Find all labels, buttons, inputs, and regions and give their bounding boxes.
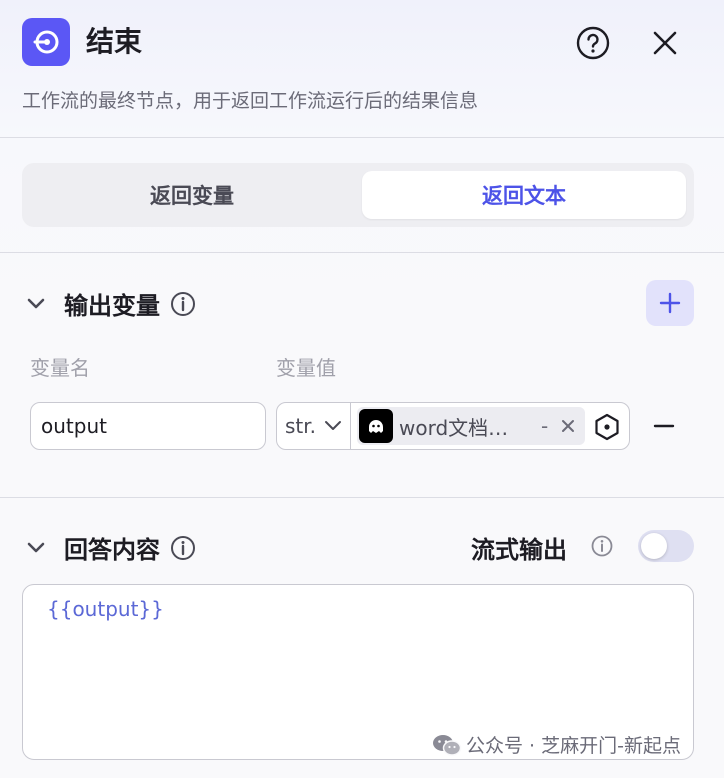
output-variables-title: 输出变量	[64, 292, 160, 320]
end-node-panel: 结束 工作流的最终节点，用于返回工作流运行后的结果信息 返回变量 返回文本 输出…	[0, 0, 724, 778]
variable-name-input[interactable]	[30, 402, 266, 450]
toggle-knob	[641, 533, 667, 559]
variable-type-select[interactable]: str.	[277, 403, 351, 449]
info-icon[interactable]	[170, 535, 196, 561]
answer-content-section: 回答内容 流式输出 {{output}} 公众号 · 芝麻开门-新起点	[0, 499, 724, 778]
info-icon[interactable]	[590, 534, 614, 558]
chevron-down-icon	[325, 421, 342, 430]
tab-return-text[interactable]: 返回文本	[362, 171, 686, 219]
watermark-text: 公众号 · 芝麻开门-新起点	[466, 735, 681, 757]
column-label-value: 变量值	[276, 356, 336, 380]
node-title[interactable]: 结束	[86, 22, 142, 62]
minus-icon	[653, 424, 675, 428]
variable-value-field: str. word文档… -	[276, 402, 630, 450]
info-icon[interactable]	[170, 291, 196, 317]
variable-picker-button[interactable]	[593, 413, 621, 441]
variable-reference-chip[interactable]: word文档… -	[357, 407, 585, 445]
watermark: 公众号 · 芝麻开门-新起点	[432, 731, 681, 758]
remove-variable-button[interactable]	[646, 408, 682, 444]
wechat-icon	[433, 734, 462, 756]
tab-return-variable[interactable]: 返回变量	[30, 171, 354, 219]
node-description: 工作流的最终节点，用于返回工作流运行后的结果信息	[22, 90, 479, 112]
output-variables-section: 输出变量 变量名 变量值 str.	[0, 254, 724, 498]
question-circle-icon	[576, 26, 610, 60]
stream-output-label: 流式输出	[471, 536, 567, 564]
output-variables-header: 输出变量	[22, 286, 196, 321]
plus-icon	[659, 292, 681, 314]
end-node-icon	[22, 18, 70, 66]
answer-content-title: 回答内容	[64, 536, 160, 564]
answer-content-header: 回答内容	[22, 530, 196, 565]
chevron-down-icon	[27, 298, 45, 308]
add-variable-button[interactable]	[646, 280, 694, 326]
close-icon	[562, 420, 575, 432]
variable-reference-suffix: -	[541, 414, 549, 438]
variable-picker-icon	[595, 413, 619, 441]
panel-header: 结束 工作流的最终节点，用于返回工作流运行后的结果信息	[0, 0, 724, 138]
variable-reference-label: word文档…	[399, 415, 509, 440]
close-button[interactable]	[646, 24, 684, 62]
help-button[interactable]	[574, 24, 612, 62]
return-mode-section: 返回变量 返回文本	[0, 139, 724, 253]
clear-reference-button[interactable]	[558, 416, 578, 436]
plugin-avatar-icon	[359, 409, 393, 443]
variable-type-label: str.	[285, 414, 317, 438]
stream-output-toggle[interactable]	[638, 530, 694, 562]
chevron-down-icon	[27, 542, 45, 552]
collapse-answer-button[interactable]	[22, 534, 50, 562]
close-icon	[653, 31, 677, 55]
column-label-name: 变量名	[30, 356, 90, 380]
collapse-output-button[interactable]	[22, 290, 50, 318]
return-mode-switch: 返回变量 返回文本	[22, 163, 694, 227]
